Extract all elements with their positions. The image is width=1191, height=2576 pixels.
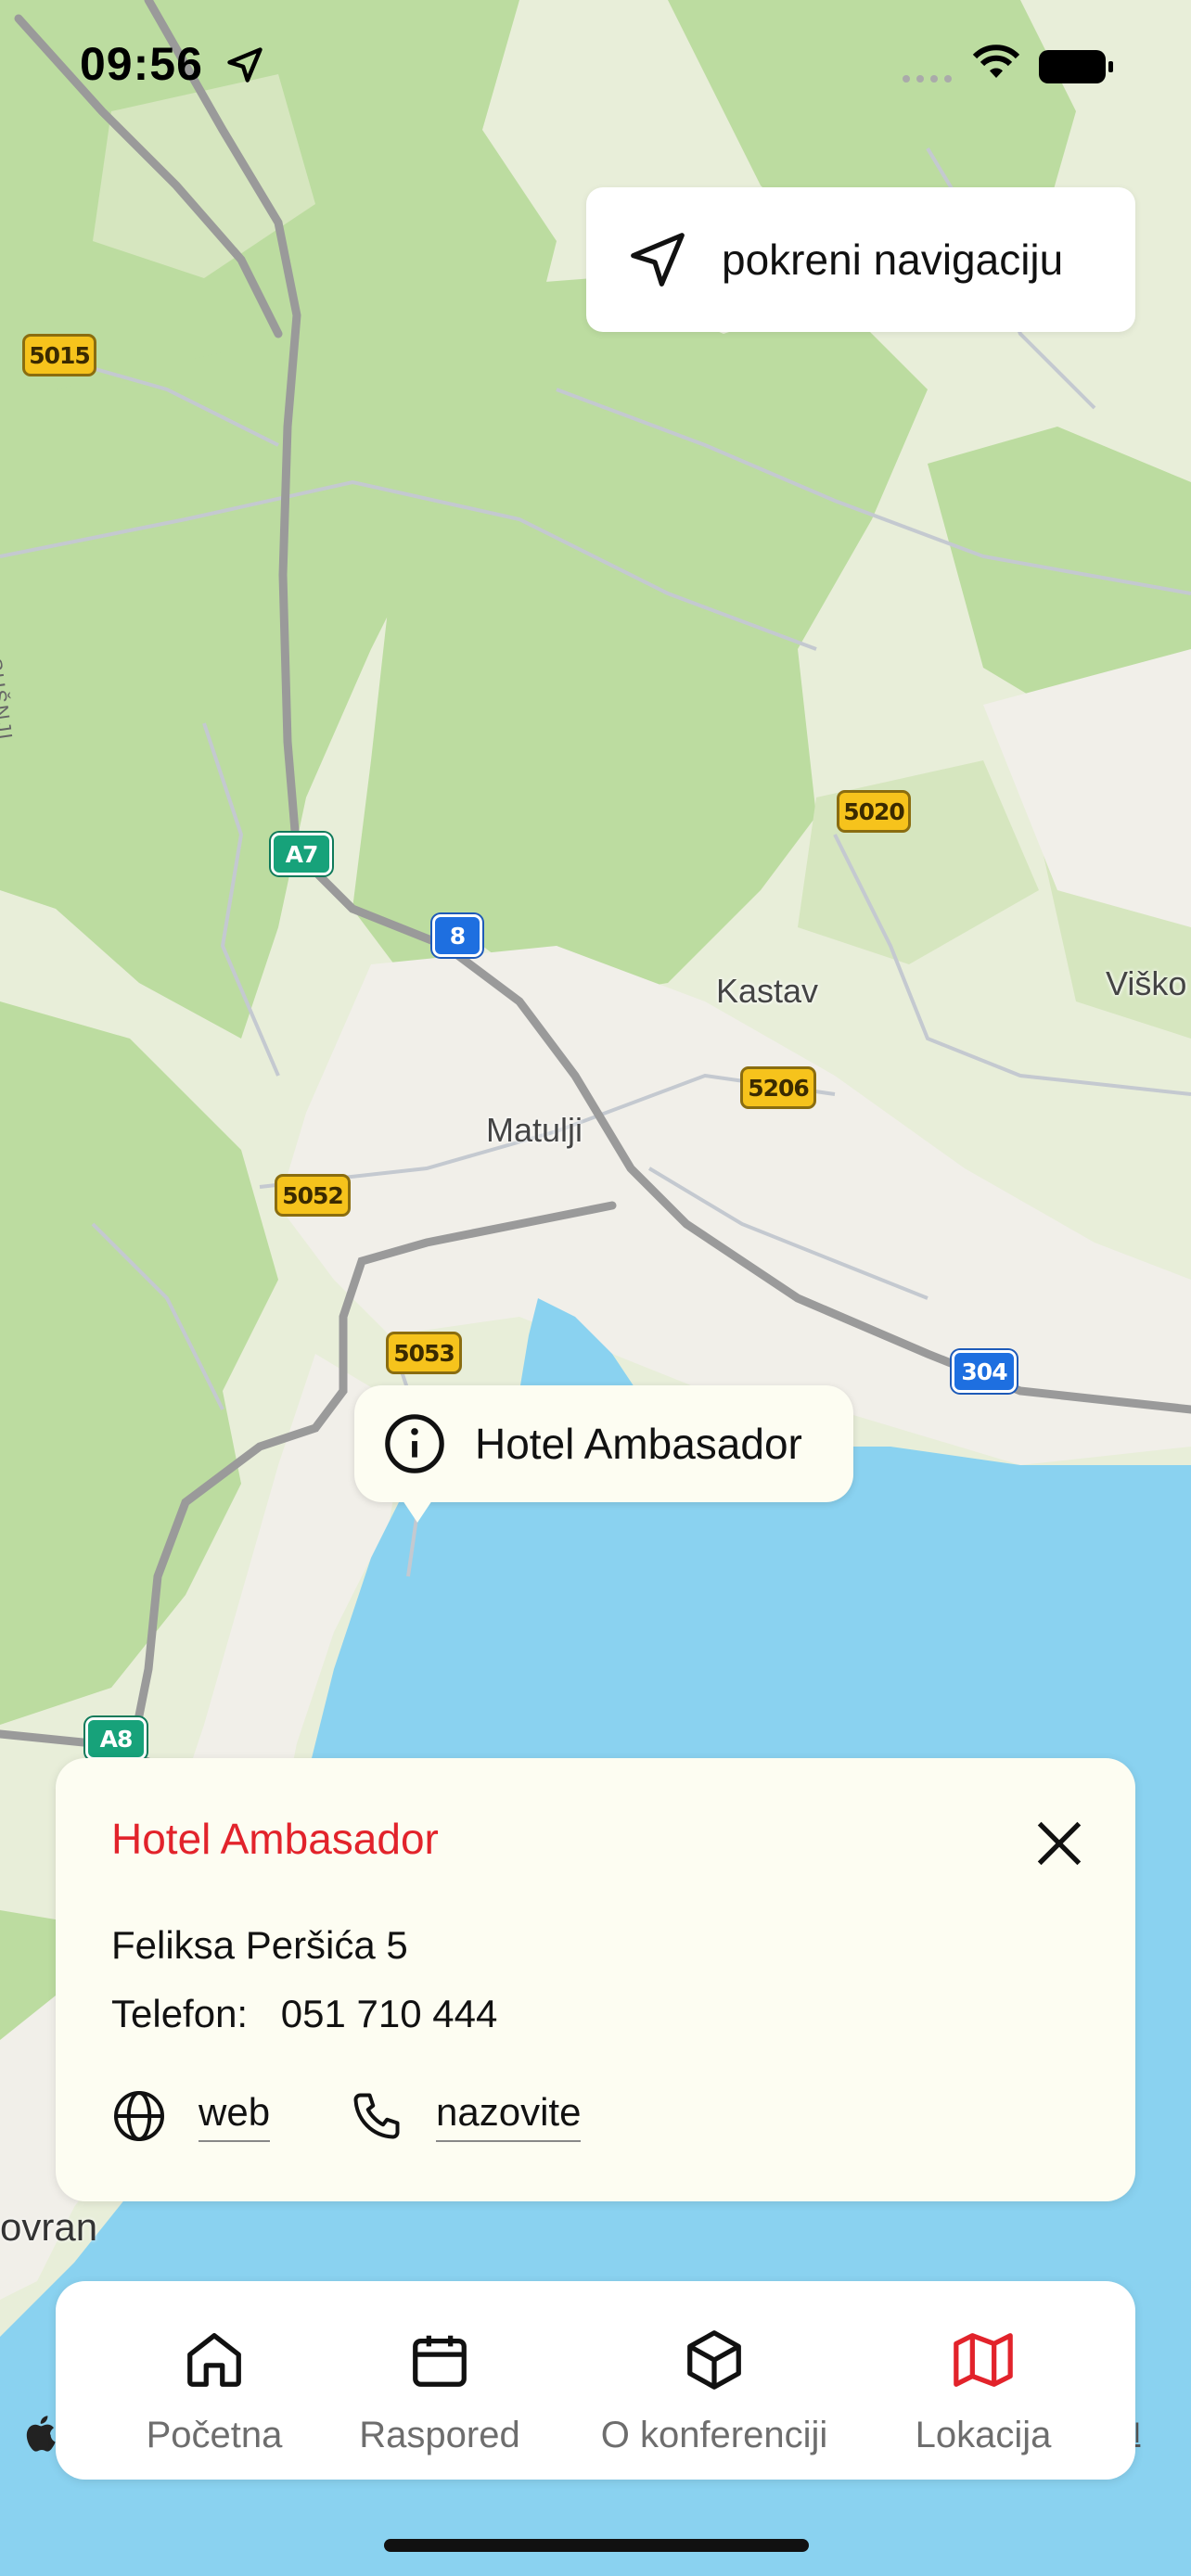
tab-o-konferenciji[interactable]: O konferenciji (594, 2281, 835, 2480)
phone-label: Telefon: (111, 1992, 249, 2035)
road-badge-5053: 5053 (386, 1332, 462, 1374)
hotel-map-callout[interactable]: Hotel Ambasador (354, 1385, 853, 1502)
phone-icon (353, 2093, 400, 2139)
card-phone-row: Telefon: 051 710 444 (111, 1992, 497, 2036)
road-badge-8: 8 (432, 914, 482, 957)
card-address: Feliksa Peršića 5 (111, 1923, 408, 1967)
home-icon (187, 2333, 241, 2387)
phone-number: 051 710 444 (280, 1992, 498, 2035)
web-link-label: web (198, 2090, 271, 2142)
close-icon[interactable] (1030, 1814, 1089, 1873)
info-circle-icon (385, 1414, 444, 1473)
place-label-matulji: Matulji (486, 1111, 583, 1149)
road-badge-5015: 5015 (22, 334, 96, 376)
tab-label-o-konferenciji: O konferenciji (600, 2415, 828, 2455)
road-badge-304: 304 (952, 1350, 1017, 1393)
place-label-visko: Viško (1106, 964, 1187, 1002)
location-arrow-icon (227, 47, 263, 83)
hotel-callout-label: Hotel Ambasador (475, 1420, 802, 1468)
wifi-icon (972, 45, 1020, 78)
tab-label-raspored: Raspored (359, 2415, 520, 2455)
home-indicator[interactable] (384, 2539, 809, 2552)
apple-maps-logo-icon (26, 2416, 56, 2452)
location-info-card: Hotel Ambasador Feliksa Peršića 5 Telefo… (56, 1758, 1135, 2201)
calendar-icon (413, 2335, 467, 2387)
tab-bar: Početna Raspored O konferenciji Lokacija (56, 2281, 1135, 2480)
tab-pocetna[interactable]: Početna (137, 2281, 291, 2480)
start-navigation-button[interactable]: pokreni navigaciju (586, 187, 1135, 332)
tab-lokacija[interactable]: Lokacija (909, 2281, 1057, 2480)
tab-raspored[interactable]: Raspored (351, 2281, 529, 2480)
place-label-opatija: ovran (0, 2205, 98, 2249)
cube-icon (687, 2330, 741, 2390)
road-badge-a8: A8 (85, 1717, 147, 1760)
place-label-kastav: Kastav (716, 972, 819, 1010)
call-link[interactable]: nazovite (349, 2088, 582, 2144)
road-badge-a7: A7 (271, 833, 332, 875)
road-badge-5206: 5206 (740, 1066, 816, 1109)
call-link-label: nazovite (436, 2090, 582, 2142)
tab-label-lokacija: Lokacija (915, 2415, 1052, 2455)
status-time: 09:56 (80, 38, 203, 90)
road-badge-5020: 5020 (837, 790, 911, 833)
signal-dots-icon (903, 75, 952, 83)
callout-pointer (399, 1495, 436, 1523)
map-icon (954, 2333, 1013, 2387)
battery-full-icon (1039, 50, 1113, 83)
start-navigation-label: pokreni navigaciju (722, 236, 1064, 284)
card-title: Hotel Ambasador (111, 1815, 439, 1863)
navigation-arrow-icon (631, 233, 685, 287)
status-bar: 09:56 (0, 0, 1191, 130)
web-link[interactable]: web (111, 2088, 271, 2144)
globe-icon (114, 2091, 164, 2141)
tab-label-pocetna: Početna (146, 2415, 283, 2455)
road-badge-5052: 5052 (275, 1174, 351, 1217)
